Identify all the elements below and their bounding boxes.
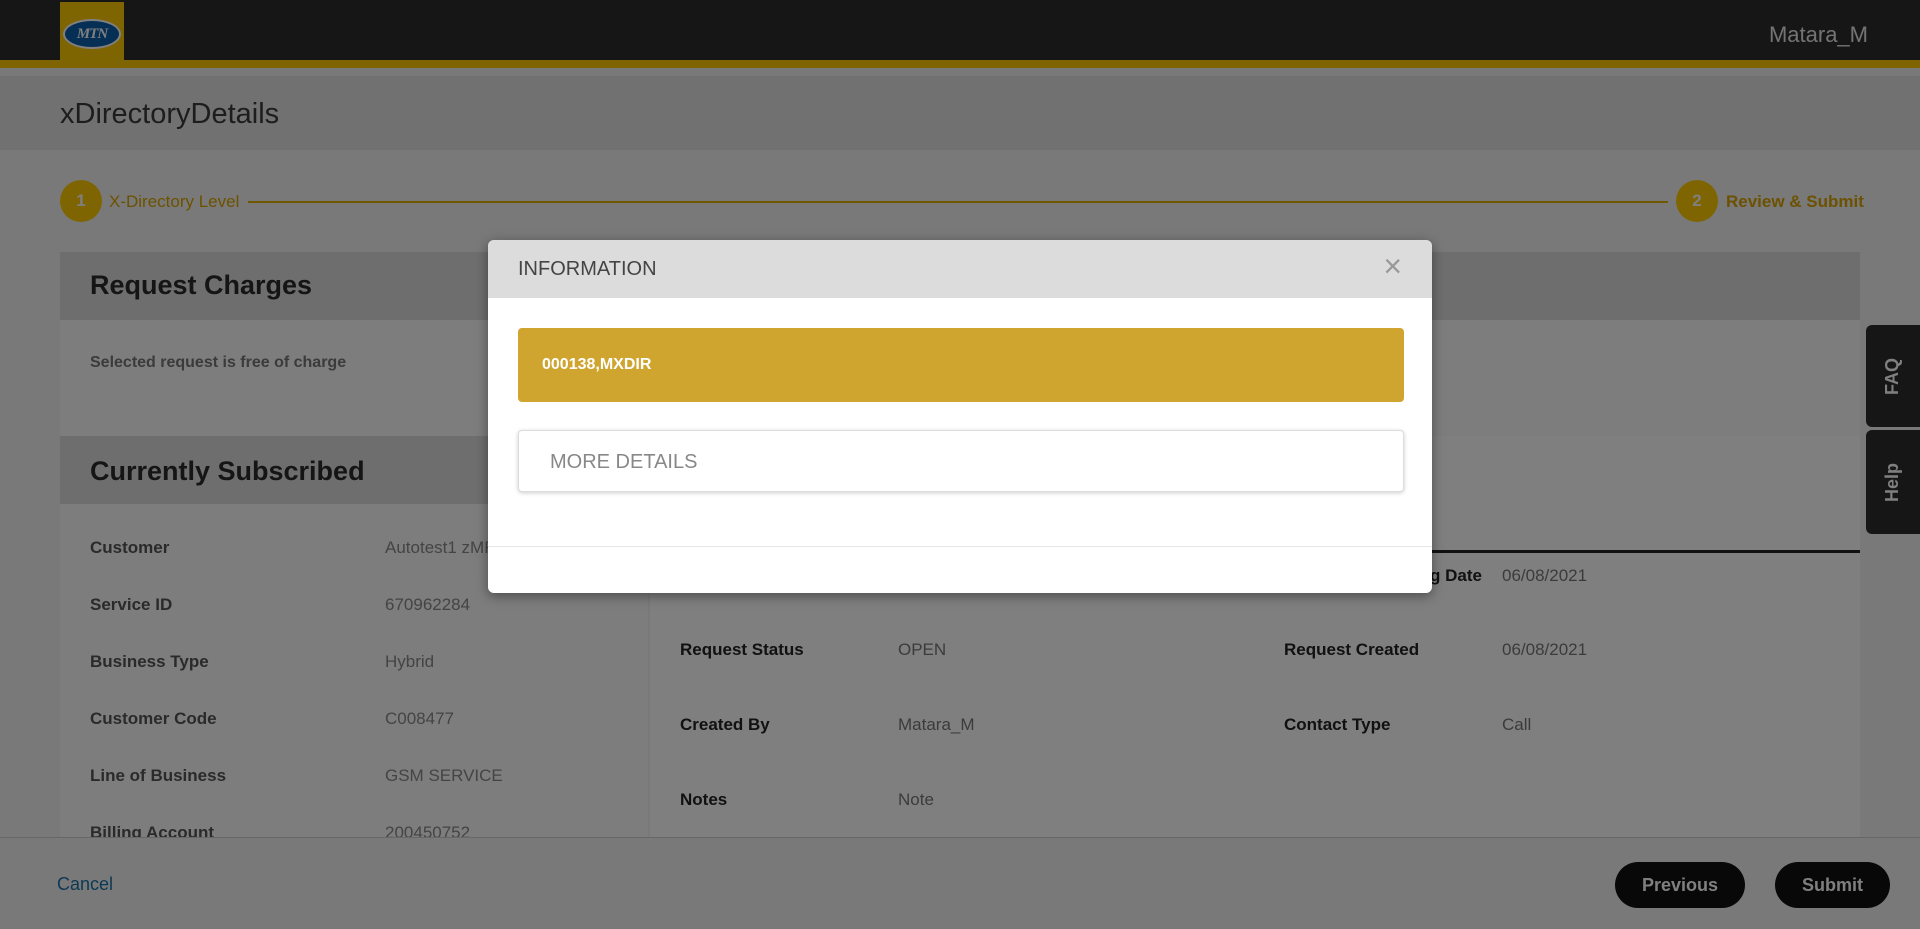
more-details-panel[interactable]: MORE DETAILS bbox=[518, 430, 1404, 492]
modal-footer-divider bbox=[488, 546, 1432, 547]
modal-title: INFORMATION bbox=[518, 258, 657, 280]
close-icon[interactable]: × bbox=[1383, 250, 1402, 282]
information-modal: INFORMATION × 000138,MXDIR MORE DETAILS bbox=[488, 240, 1432, 593]
more-details-label: MORE DETAILS bbox=[550, 451, 698, 473]
info-banner-text: 000138,MXDIR bbox=[542, 356, 652, 373]
modal-header: INFORMATION × bbox=[488, 240, 1432, 298]
info-banner: 000138,MXDIR bbox=[518, 328, 1404, 402]
